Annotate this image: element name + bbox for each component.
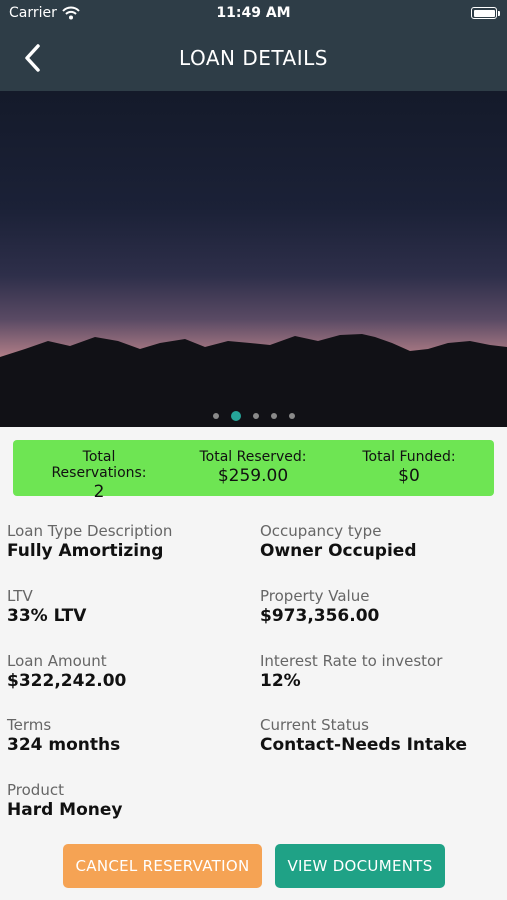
ltv-label: LTV	[7, 587, 33, 605]
occupancy-field: Occupancy type Owner Occupied	[260, 522, 417, 561]
occupancy-value: Owner Occupied	[260, 541, 417, 561]
total-reserved-value: $259.00	[217, 466, 289, 486]
status-time: 11:49 AM	[216, 5, 291, 21]
property-value-field: Property Value $973,356.00	[260, 587, 379, 626]
loan-amount-field: Loan Amount $322,242.00	[7, 652, 126, 691]
total-funded-label: Total Funded:	[362, 449, 456, 465]
total-reservations-value: 2	[93, 482, 105, 502]
loan-type-label: Loan Type Description	[7, 522, 173, 540]
ltv-field: LTV 33% LTV	[7, 587, 86, 626]
page-dot-active[interactable]	[230, 410, 241, 421]
total-reservations-label: Total Reservations:	[51, 449, 147, 481]
ltv-value: 33% LTV	[7, 606, 87, 626]
loan-type-value: Fully Amortizing	[7, 541, 164, 561]
terms-value: 324 months	[7, 735, 121, 755]
battery-tip	[498, 11, 500, 16]
battery-icon	[471, 7, 497, 19]
current-status-label: Current Status	[260, 716, 369, 734]
terms-label: Terms	[7, 716, 52, 734]
terms-field: Terms 324 months	[7, 716, 120, 755]
loan-amount-value: $322,242.00	[7, 671, 127, 691]
view-documents-button[interactable]: VIEW DOCUMENTS	[275, 844, 445, 888]
loan-type-field: Loan Type Description Fully Amortizing	[7, 522, 172, 561]
interest-rate-value: 12%	[260, 671, 301, 691]
interest-rate-field: Interest Rate to investor 12%	[260, 652, 442, 691]
product-field: Product Hard Money	[7, 781, 122, 820]
current-status-value: Contact-Needs Intake	[260, 735, 468, 755]
carousel-page-indicator[interactable]	[0, 405, 507, 421]
total-reserved-label: Total Reserved:	[199, 449, 307, 465]
product-value: Hard Money	[7, 800, 123, 820]
status-bar: Carrier 11:49 AM	[0, 0, 507, 28]
total-funded-value: $0	[398, 466, 420, 486]
property-value-value: $973,356.00	[260, 606, 380, 626]
mountain-silhouette-image	[0, 334, 507, 427]
product-label: Product	[7, 781, 64, 799]
page-dot[interactable]	[270, 412, 277, 419]
cancel-reservation-button[interactable]: CANCEL RESERVATION	[63, 844, 262, 888]
page-title: LOAN DETAILS	[179, 46, 328, 70]
interest-rate-label: Interest Rate to investor	[260, 652, 443, 670]
loan-image-carousel[interactable]	[0, 91, 507, 427]
page-dot[interactable]	[212, 412, 219, 419]
property-value-label: Property Value	[260, 587, 370, 605]
nav-bar: LOAN DETAILS	[0, 28, 507, 91]
loan-amount-label: Loan Amount	[7, 652, 107, 670]
page-dot[interactable]	[288, 412, 295, 419]
occupancy-label: Occupancy type	[260, 522, 382, 540]
reservation-summary-banner: Total Reservations: 2 Total Reserved: $2…	[13, 440, 494, 502]
total-reserved: Total Reserved: $259.00	[187, 449, 319, 486]
total-funded: Total Funded: $0	[343, 449, 475, 486]
total-reservations: Total Reservations: 2	[33, 449, 165, 502]
current-status-field: Current Status Contact-Needs Intake	[260, 716, 467, 755]
page-dot[interactable]	[252, 412, 259, 419]
